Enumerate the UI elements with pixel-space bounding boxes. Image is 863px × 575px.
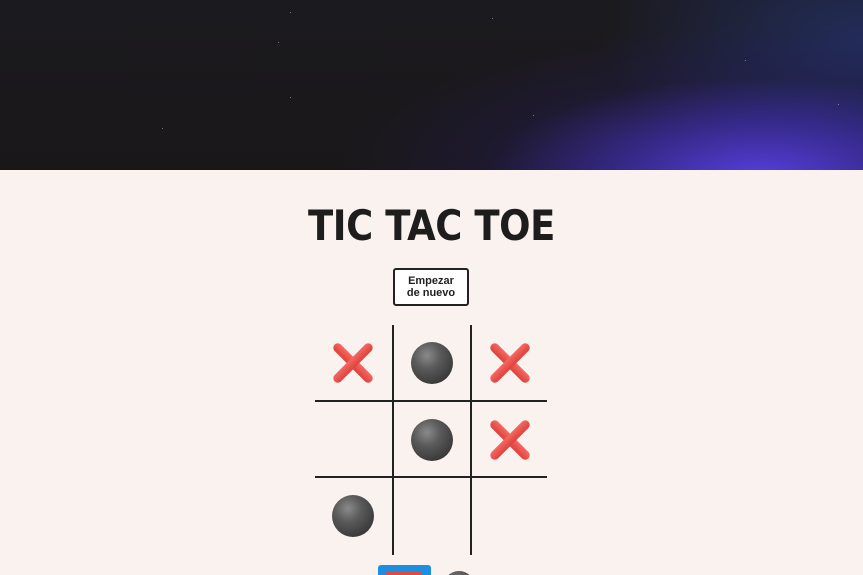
red-cross-icon [488,418,532,462]
black-circle-icon [411,342,453,384]
restart-button[interactable]: Empezar de nuevo [393,268,469,306]
board-cell-3-1[interactable] [315,478,391,554]
red-cross-icon [331,341,375,385]
board-cell-2-1[interactable] [315,402,391,478]
star [838,104,839,105]
star [162,128,163,129]
star [278,42,279,43]
page-title: TIC TAC TOE [308,201,555,250]
turn-indicator-x [378,565,431,575]
board-cell-1-2[interactable] [394,325,470,401]
board-cell-2-2[interactable] [394,402,470,478]
star [745,60,746,61]
black-circle-icon [332,495,374,537]
red-cross-icon [386,571,422,575]
star [492,18,493,19]
turn-indicator-o [443,571,475,575]
board-cell-3-2[interactable] [394,478,470,554]
game-board [315,325,547,555]
restart-label: Empezar de nuevo [406,275,456,299]
board-cell-3-3[interactable] [472,478,548,554]
red-cross-icon [488,341,532,385]
board-cell-1-1[interactable] [315,325,391,401]
header-banner [0,0,863,170]
star [290,97,291,98]
star [290,12,291,13]
black-circle-icon [411,419,453,461]
board-cell-2-3[interactable] [472,402,548,478]
board-cell-1-3[interactable] [472,325,548,401]
star [533,115,534,116]
